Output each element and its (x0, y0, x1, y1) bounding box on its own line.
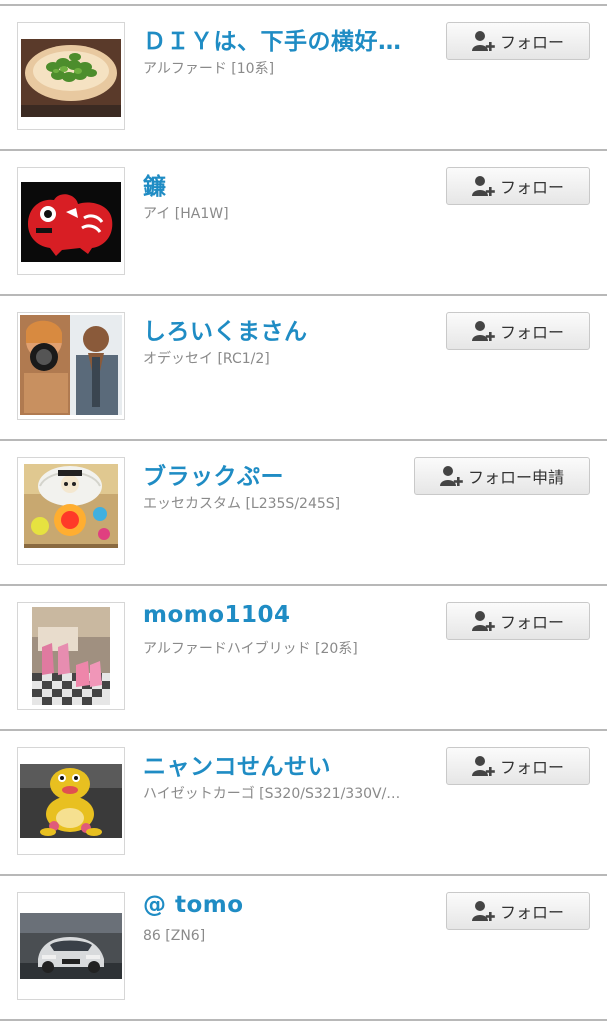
follow-label: フォロー (499, 33, 564, 52)
user-car: アイ [HA1W] (143, 206, 229, 222)
follow-label: フォロー (499, 178, 564, 197)
user-thumbnail[interactable] (17, 747, 125, 855)
user-thumbnail[interactable] (17, 312, 125, 420)
follow-request-button[interactable]: フォロー申請 (414, 457, 590, 495)
add-user-icon (471, 756, 495, 776)
user-name[interactable]: しろいくまさん (143, 312, 413, 346)
follow-button[interactable]: フォロー (446, 892, 590, 930)
add-user-icon (471, 176, 495, 196)
list-item: ＤＩＹは、下手の横好… アルファード [10系] フォロー (0, 6, 607, 151)
list-item: @ tomo 86 [ZN6] フォロー (0, 876, 607, 1021)
follow-label: フォロー (499, 758, 564, 777)
user-car: アルファードハイブリッド [20系] (143, 641, 358, 657)
list-item: momo1104 アルファードハイブリッド [20系] フォロー (0, 586, 607, 731)
user-car: エッセカスタム [L235S/245S] (143, 496, 341, 512)
user-name[interactable]: ＤＩＹは、下手の横好… (143, 22, 413, 56)
user-name[interactable]: 鐮 (143, 167, 413, 201)
follow-button[interactable]: フォロー (446, 602, 590, 640)
follow-label: フォロー (499, 613, 564, 632)
user-name[interactable]: momo1104 (143, 602, 413, 628)
list-item: ブラックぷー エッセカスタム [L235S/245S] フォロー申請 (0, 441, 607, 586)
list-item: しろいくまさん オデッセイ [RC1/2] フォロー (0, 296, 607, 441)
user-thumbnail[interactable] (17, 167, 125, 275)
user-thumbnail[interactable] (17, 892, 125, 1000)
list-item: ニャンコせんせい ハイゼットカーゴ [S320/S321/330V/… フォロー (0, 731, 607, 876)
user-thumbnail[interactable] (17, 457, 125, 565)
user-car: アルファード [10系] (143, 61, 275, 77)
list-item: 鐮 アイ [HA1W] フォロー (0, 151, 607, 296)
user-car: ハイゼットカーゴ [S320/S321/330V/… (143, 786, 401, 802)
follow-button[interactable]: フォロー (446, 22, 590, 60)
user-name[interactable]: @ tomo (143, 892, 413, 918)
follow-label: フォロー (499, 323, 564, 342)
add-user-icon (471, 321, 495, 341)
user-car: 86 [ZN6] (143, 928, 206, 944)
follow-label: フォロー申請 (467, 468, 564, 487)
add-user-icon (439, 466, 463, 486)
user-list: ＤＩＹは、下手の横好… アルファード [10系] フォロー 鐮 アイ [HA1W… (0, 4, 607, 1021)
user-car: オデッセイ [RC1/2] (143, 351, 270, 367)
follow-button[interactable]: フォロー (446, 747, 590, 785)
user-thumbnail[interactable] (17, 602, 125, 710)
user-name[interactable]: ブラックぷー (143, 457, 413, 491)
follow-label: フォロー (499, 903, 564, 922)
add-user-icon (471, 31, 495, 51)
add-user-icon (471, 901, 495, 921)
follow-button[interactable]: フォロー (446, 167, 590, 205)
user-thumbnail[interactable] (17, 22, 125, 130)
follow-button[interactable]: フォロー (446, 312, 590, 350)
user-name[interactable]: ニャンコせんせい (143, 747, 413, 781)
add-user-icon (471, 611, 495, 631)
